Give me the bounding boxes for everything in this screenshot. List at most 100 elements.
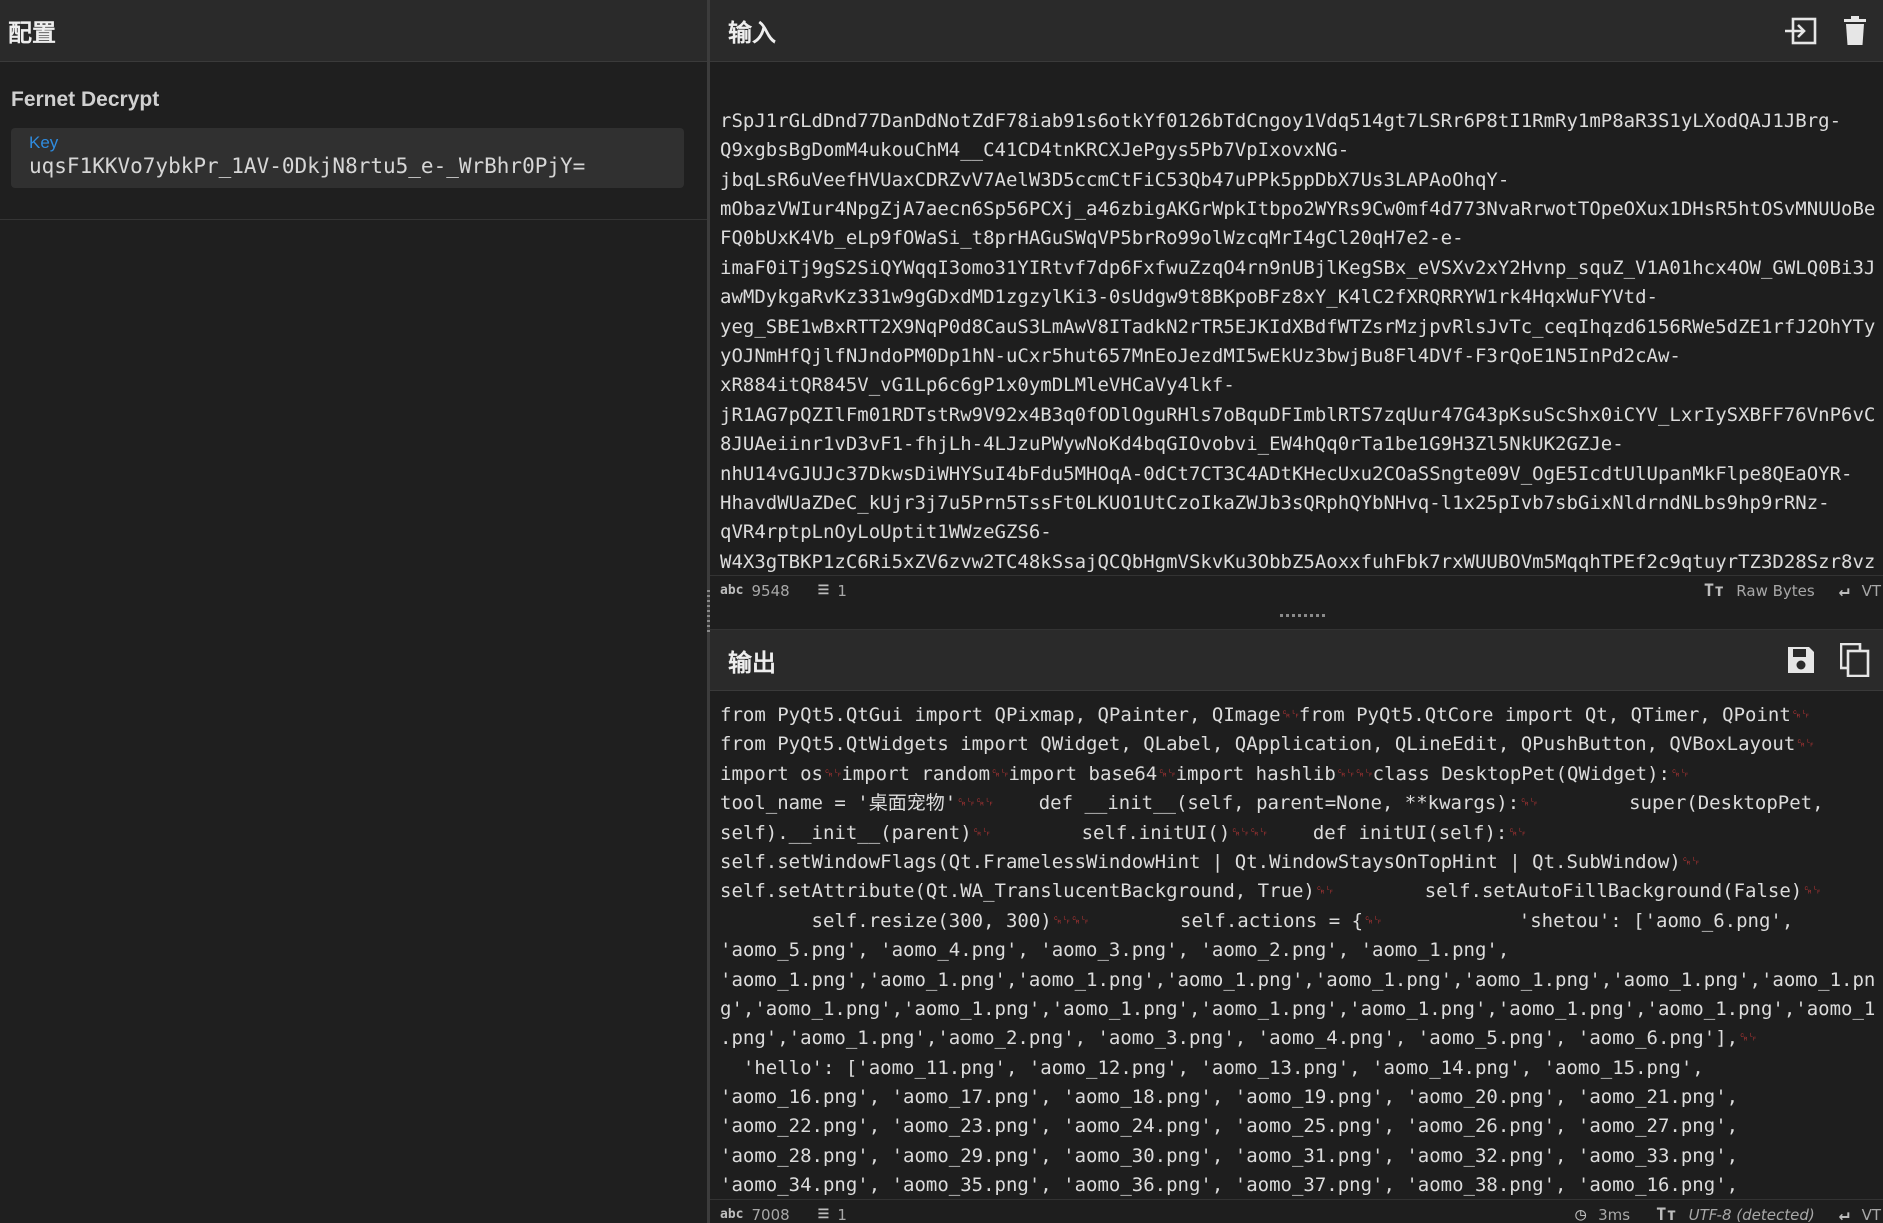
crlf-marker-icon: ␍␊	[1795, 736, 1815, 753]
recipe-title: 配置	[8, 19, 56, 47]
key-field[interactable]: Key uqsF1KKVo7ybkPr_1AV-0DkjN8rtu5_e-_Wr…	[11, 128, 684, 188]
output-encoding[interactable]: UTF-8 (detected)	[1689, 1206, 1815, 1223]
output-text-line: self.resize(300, 300)␍␊␍␊ self.actions =…	[720, 907, 1883, 936]
input-title: 输入	[728, 19, 776, 47]
input-length: 9548	[751, 581, 790, 600]
output-text-line: from PyQt5.QtWidgets import QWidget, QLa…	[720, 730, 1883, 759]
output-text-line: self.setAttribute(Qt.WA_TranslucentBackg…	[720, 877, 1883, 906]
input-text-line: HhavdWUaZDeC_kUjr3j7u5Prn5TssFt0LKUO1UtC…	[720, 491, 1830, 514]
output-text-segment: 'aomo_28.png', 'aomo_29.png', 'aomo_30.p…	[720, 1144, 1739, 1167]
crlf-marker-icon: ␍␊␍␊	[1335, 765, 1375, 782]
output-text-segment: def initUI(self):	[1267, 821, 1508, 844]
output-text-segment: super(DesktopPet,	[1537, 792, 1824, 815]
recipe-panel: 配置 Fernet Decrypt Key uqsF1KKVo7ybkPr_1A…	[0, 0, 707, 1223]
output-text-line: tool_name = '桌面宠物'␍␊␍␊ def __init__(self…	[720, 789, 1883, 818]
input-text-line: awMDykgaRvKz331w9gGDxdMD1zgzylKi3-0sUdgw…	[720, 286, 1658, 309]
output-text-segment: self.resize(300, 300)	[720, 909, 1052, 932]
output-text-line: self).__init__(parent)␍␊ self.initUI()␍␊…	[720, 819, 1883, 848]
encoding-icon: Tт	[1703, 580, 1725, 601]
crlf-marker-icon: ␍␊	[1507, 824, 1527, 841]
input-header: 输入	[710, 0, 1883, 62]
crlf-marker-icon: ␍␊	[990, 765, 1010, 782]
output-title: 输出	[728, 648, 776, 677]
output-text-segment: tool_name = '桌面宠物'	[720, 792, 957, 815]
output-text-segment: self.actions = {	[1088, 909, 1364, 932]
output-eol[interactable]: VT	[1862, 1206, 1881, 1223]
output-text-segment: self.initUI()	[990, 821, 1231, 844]
crlf-marker-icon: ␍␊	[1802, 883, 1822, 900]
crlf-marker-icon: ␍␊	[1280, 707, 1301, 723]
operation-fernet-decrypt[interactable]: Fernet Decrypt Key uqsF1KKVo7ybkPr_1AV-0…	[0, 62, 707, 220]
input-lines-count: 1	[837, 581, 847, 600]
input-text-line: W4X3gTBKP1zC6Ri5xZV6zvw2TC48kSsajQCQbHgm…	[720, 550, 1876, 573]
output-text-line: 'aomo_28.png', 'aomo_29.png', 'aomo_30.p…	[720, 1142, 1883, 1171]
encoding-icon: Tт	[1656, 1204, 1677, 1223]
output-text-segment: 'shetou': ['aomo_6.png',	[1381, 909, 1794, 932]
crlf-marker-icon: ␍␊	[971, 824, 992, 841]
input-textarea[interactable]: rSpJ1rGLdDnd77DanDdNotZdF78iab91s6otkYf0…	[710, 62, 1883, 575]
output-text-segment: 'aomo_1.png','aomo_1.png','aomo_1.png','…	[720, 968, 1876, 991]
output-text-segment: 'aomo_34.png', 'aomo_35.png', 'aomo_36.p…	[720, 1174, 1739, 1197]
io-resizer-grip-icon	[1280, 614, 1328, 617]
output-text-line: g','aomo_1.png','aomo_1.png','aomo_1.png…	[720, 995, 1883, 1024]
output-text-line: 'aomo_1.png','aomo_1.png','aomo_1.png','…	[720, 966, 1883, 995]
key-label: Key	[29, 133, 59, 152]
output-text-line: 'aomo_22.png', 'aomo_23.png', 'aomo_24.p…	[720, 1112, 1883, 1141]
clear-input-trash-icon[interactable]	[1837, 13, 1873, 49]
output-text-segment: 'aomo_16.png', 'aomo_17.png', 'aomo_18.p…	[720, 1086, 1739, 1109]
output-text-line: from PyQt5.QtGui import QPixmap, QPainte…	[720, 701, 1883, 730]
output-text-segment: self.setAutoFillBackground(False)	[1333, 880, 1803, 903]
input-text-line: yeg_SBE1wBxRTT2X9NqP0d8CauS3LmAwV8ITadkN…	[720, 315, 1876, 338]
output-text-segment: self.setAttribute(Qt.WA_TranslucentBackg…	[720, 880, 1315, 903]
copy-output-icon[interactable]	[1837, 642, 1873, 678]
input-text-line: Q9xgbsBgDomM4ukouChM4__C41CD4tnKRCXJePgy…	[720, 139, 1350, 162]
operation-title: Fernet Decrypt	[11, 88, 160, 111]
input-text-line: jbqLsR6uVeefHVUaxCDRZvV7AelW3D5ccmCtFiC5…	[720, 168, 1510, 191]
lines-icon: ☰	[817, 583, 830, 598]
save-output-icon[interactable]	[1783, 642, 1819, 678]
crlf-marker-icon: ␍␊␍␊	[956, 795, 995, 812]
crlf-marker-icon: ␍␊	[1314, 883, 1335, 900]
crlf-marker-icon: ␍␊	[1519, 795, 1539, 812]
crlf-marker-icon: ␍␊	[1363, 912, 1383, 929]
output-text-segment: from PyQt5.QtCore import Qt, QTimer, QPo…	[1298, 704, 1791, 726]
output-lines-count: 1	[837, 1205, 847, 1223]
output-text-segment: import base64	[1008, 762, 1158, 785]
output-text-segment: from PyQt5.QtWidgets import QWidget, QLa…	[720, 733, 1796, 756]
input-text-line: xR884itQR845V_vG1Lp6c6gP1x0ymDLMleVHCaVy…	[720, 374, 1235, 397]
crlf-marker-icon: ␍␊␍␊	[1051, 912, 1091, 929]
output-text-segment: self.setWindowFlags(Qt.FramelessWindowHi…	[720, 850, 1681, 873]
io-panel: 输入 rSpJ1rGLdDnd77DanDdNotZdF78iab91s6otk…	[710, 0, 1883, 1223]
output-text-segment: .png','aomo_1.png','aomo_2.png', 'aomo_3…	[720, 1027, 1739, 1050]
input-encoding[interactable]: Raw Bytes	[1736, 582, 1814, 600]
lines-icon: ☰	[817, 1207, 830, 1222]
crlf-marker-icon: ␍␊	[822, 765, 843, 782]
input-text-line: qVR4rptpLnOyLoUptit1WWzeGZS6-	[720, 521, 1052, 544]
output-text-segment: class DesktopPet(QWidget):	[1372, 762, 1670, 785]
output-time: 3ms	[1598, 1205, 1631, 1223]
input-text-line: mObazVWIur4NpgZjA7aecn6Sp56PCXj_a46zbigA…	[720, 197, 1876, 220]
output-text-segment: import random	[841, 762, 991, 785]
input-text-line: 8JUAeiinr1vD3vF1-fhjLh-4LJzuPWywNoKd4bqG…	[720, 433, 1624, 456]
crlf-marker-icon: ␍␊	[1680, 853, 1701, 870]
input-text-line: yOJNmHfQjlfNJndoPM0Dp1hN-uCxr5hut657MnEo…	[720, 344, 1681, 367]
output-text-segment: 'aomo_5.png', 'aomo_4.png', 'aomo_3.png'…	[720, 939, 1510, 962]
output-length: 7008	[751, 1205, 790, 1223]
output-header: 输出	[710, 629, 1883, 691]
input-eol[interactable]: VT	[1862, 582, 1881, 600]
output-text-segment: import os	[720, 762, 823, 785]
crlf-marker-icon: ␍␊	[1790, 707, 1811, 723]
output-text-line: 'hello': ['aomo_11.png', 'aomo_12.png', …	[720, 1054, 1883, 1083]
recipe-header: 配置	[0, 0, 707, 62]
eol-icon: ↵	[1838, 580, 1850, 601]
input-text-line: jR1AG7pQZIlFm01RDTstRw9V92x4B3q0fODlOguR…	[720, 403, 1876, 426]
output-textarea[interactable]: from PyQt5.QtGui import QPixmap, QPainte…	[710, 691, 1883, 1199]
length-icon: abc	[720, 583, 744, 598]
length-icon: abc	[720, 1207, 744, 1222]
open-file-as-input-icon[interactable]	[1783, 13, 1819, 49]
key-input[interactable]: uqsF1KKVo7ybkPr_1AV-0DkjN8rtu5_e-_WrBhr0…	[29, 152, 666, 180]
crlf-marker-icon: ␍␊␍␊	[1230, 824, 1269, 841]
output-text-segment: self).__init__(parent)	[720, 821, 972, 844]
output-text-segment: def __init__(self, parent=None, **kwargs…	[992, 792, 1520, 815]
io-resizer[interactable]	[710, 605, 1883, 629]
